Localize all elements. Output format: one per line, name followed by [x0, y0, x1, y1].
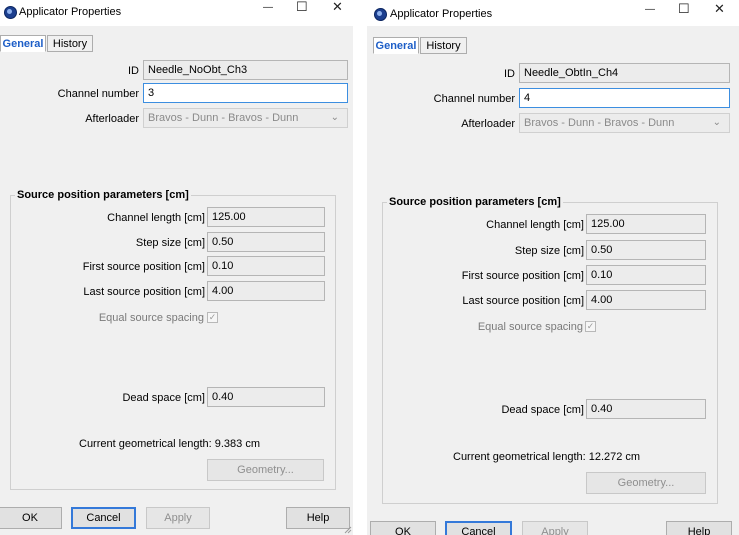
channel-length-label: Channel length [cm] [486, 219, 584, 231]
title-bar: Applicator Properties — ☐ ✕ [367, 0, 739, 26]
channel-number-label: Channel number [433, 93, 515, 105]
geometry-button[interactable]: Geometry... [207, 459, 324, 481]
chevron-down-icon: ⌄ [712, 117, 721, 128]
apply-button[interactable]: Apply [146, 507, 210, 529]
last-source-position-field[interactable]: 4.00 [586, 290, 706, 310]
app-icon [374, 8, 387, 21]
first-source-position-field[interactable]: 0.10 [586, 265, 706, 285]
apply-button[interactable]: Apply [522, 521, 588, 535]
ok-button[interactable]: OK [0, 507, 62, 529]
dead-space-field[interactable]: 0.40 [207, 387, 325, 407]
dead-space-label: Dead space [cm] [501, 404, 584, 416]
channel-number-label: Channel number [57, 88, 139, 100]
equal-source-spacing-checkbox[interactable]: ✓ [585, 321, 596, 332]
id-label: ID [128, 65, 139, 77]
step-size-field[interactable]: 0.50 [586, 240, 706, 260]
chevron-down-icon: ⌄ [330, 112, 339, 123]
dead-space-label: Dead space [cm] [122, 392, 205, 404]
afterloader-label: Afterloader [85, 113, 139, 125]
minimize-button[interactable]: — [263, 2, 273, 14]
afterloader-select[interactable]: Bravos - Dunn - Bravos - Dunn ⌄ [143, 108, 348, 128]
afterloader-value: Bravos - Dunn - Bravos - Dunn [524, 117, 675, 129]
dead-space-field[interactable]: 0.40 [586, 399, 706, 419]
first-source-position-label: First source position [cm] [461, 270, 584, 282]
current-geometrical-length: Current geometrical length: 9.383 cm [79, 438, 260, 450]
ok-button[interactable]: OK [370, 521, 436, 535]
step-size-label: Step size [cm] [514, 245, 584, 257]
title-bar: Applicator Properties — ☐ ✕ [0, 0, 353, 26]
geometry-button[interactable]: Geometry... [586, 472, 706, 494]
app-icon [4, 6, 17, 19]
last-source-position-label: Last source position [cm] [83, 286, 205, 298]
step-size-label: Step size [cm] [135, 237, 205, 249]
channel-length-field[interactable]: 125.00 [207, 207, 325, 227]
equal-source-spacing-checkbox[interactable]: ✓ [207, 312, 218, 323]
checkmark-icon: ✓ [586, 321, 595, 331]
afterloader-label: Afterloader [461, 118, 515, 130]
id-field[interactable]: Needle_ObtIn_Ch4 [519, 63, 730, 83]
current-geometrical-length: Current geometrical length: 12.272 cm [453, 451, 641, 463]
applicator-properties-dialog-left: Applicator Properties — ☐ ✕ General Hist… [0, 0, 353, 535]
minimize-button[interactable]: — [645, 4, 655, 16]
tab-general[interactable]: General [0, 35, 46, 52]
source-position-group-title: Source position parameters [cm] [387, 196, 563, 208]
id-field[interactable]: Needle_NoObt_Ch3 [143, 60, 348, 80]
afterloader-value: Bravos - Dunn - Bravos - Dunn [148, 112, 299, 124]
afterloader-select[interactable]: Bravos - Dunn - Bravos - Dunn ⌄ [519, 113, 730, 133]
last-source-position-label: Last source position [cm] [462, 295, 584, 307]
tab-general[interactable]: General [373, 37, 419, 54]
maximize-button[interactable]: ☐ [678, 2, 690, 15]
channel-number-field[interactable]: 4 [519, 88, 730, 108]
window-title: Applicator Properties [19, 6, 122, 18]
channel-number-field[interactable]: 3 [143, 83, 348, 103]
maximize-button[interactable]: ☐ [296, 0, 308, 13]
tab-history[interactable]: History [420, 37, 467, 54]
first-source-position-label: First source position [cm] [82, 261, 205, 273]
equal-source-spacing-label: Equal source spacing [477, 321, 583, 333]
source-position-group-title: Source position parameters [cm] [15, 189, 191, 201]
help-button[interactable]: Help [666, 521, 732, 535]
resize-grip-icon[interactable] [344, 526, 352, 534]
cancel-button[interactable]: Cancel [71, 507, 136, 529]
cancel-button[interactable]: Cancel [445, 521, 512, 535]
close-button[interactable]: ✕ [714, 2, 725, 15]
applicator-properties-dialog-right: Applicator Properties — ☐ ✕ General Hist… [367, 0, 739, 535]
equal-source-spacing-label: Equal source spacing [98, 312, 204, 324]
window-title: Applicator Properties [390, 8, 493, 20]
channel-length-field[interactable]: 125.00 [586, 214, 706, 234]
close-button[interactable]: ✕ [332, 0, 343, 13]
tab-history[interactable]: History [47, 35, 93, 52]
first-source-position-field[interactable]: 0.10 [207, 256, 325, 276]
help-button[interactable]: Help [286, 507, 350, 529]
last-source-position-field[interactable]: 4.00 [207, 281, 325, 301]
channel-length-label: Channel length [cm] [107, 212, 205, 224]
id-label: ID [504, 68, 515, 80]
step-size-field[interactable]: 0.50 [207, 232, 325, 252]
checkmark-icon: ✓ [208, 312, 217, 322]
